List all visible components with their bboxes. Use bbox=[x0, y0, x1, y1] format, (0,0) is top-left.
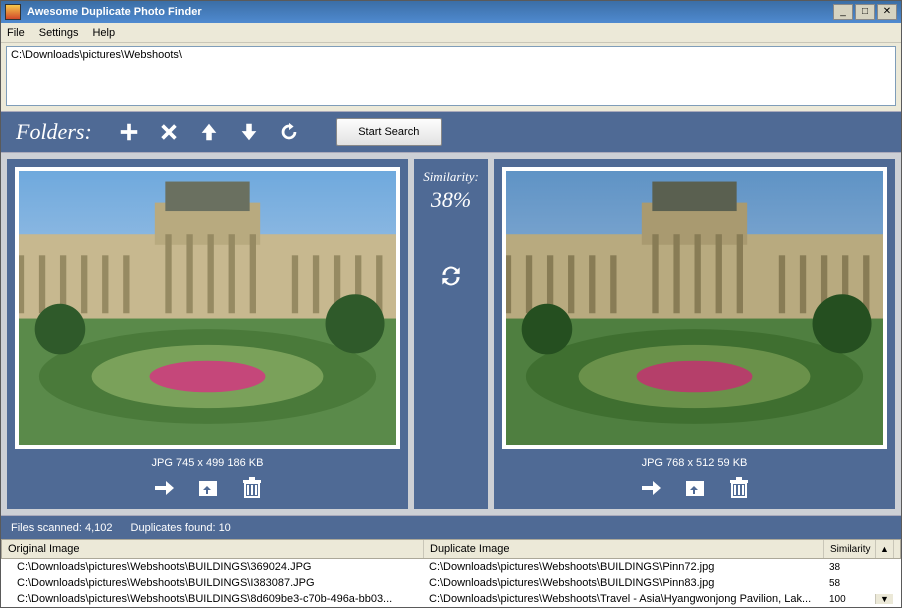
add-folder-button[interactable] bbox=[116, 119, 142, 145]
window-controls: _ □ ✕ bbox=[833, 4, 897, 20]
header-duplicate[interactable]: Duplicate Image bbox=[424, 540, 824, 558]
right-delete-button[interactable] bbox=[726, 475, 752, 501]
app-window: Awesome Duplicate Photo Finder _ □ ✕ Fil… bbox=[0, 0, 902, 608]
left-delete-button[interactable] bbox=[239, 475, 265, 501]
right-open-folder-button[interactable] bbox=[682, 475, 708, 501]
minimize-button[interactable]: _ bbox=[833, 4, 853, 20]
cell-original: C:\Downloads\pictures\Webshoots\BUILDING… bbox=[1, 593, 423, 605]
table-row[interactable]: C:\Downloads\pictures\Webshoots\BUILDING… bbox=[1, 591, 901, 607]
right-image-meta: JPG 768 x 512 59 KB bbox=[642, 457, 748, 469]
folder-path-list[interactable]: C:\Downloads\pictures\Webshoots\ bbox=[6, 46, 896, 106]
move-down-button[interactable] bbox=[236, 119, 262, 145]
comparison-area: JPG 745 x 499 186 KB Similarity: 38% bbox=[1, 153, 901, 515]
menubar: File Settings Help bbox=[1, 23, 901, 43]
header-original[interactable]: Original Image bbox=[2, 540, 424, 558]
table-row[interactable]: C:\Downloads\pictures\Webshoots\BUILDING… bbox=[1, 559, 901, 575]
refresh-button[interactable] bbox=[276, 119, 302, 145]
app-icon bbox=[5, 4, 21, 20]
cell-similarity: 100 bbox=[823, 594, 875, 605]
results-header: Original Image Duplicate Image Similarit… bbox=[1, 539, 901, 559]
cell-duplicate: C:\Downloads\pictures\Webshoots\BUILDING… bbox=[423, 577, 823, 589]
move-up-button[interactable] bbox=[196, 119, 222, 145]
swap-button[interactable] bbox=[438, 263, 464, 292]
menu-settings[interactable]: Settings bbox=[39, 27, 79, 39]
cell-similarity: 58 bbox=[823, 578, 875, 589]
folders-toolbar: Folders: Start Search bbox=[1, 111, 901, 153]
titlebar: Awesome Duplicate Photo Finder _ □ ✕ bbox=[1, 1, 901, 23]
similarity-panel: Similarity: 38% bbox=[414, 159, 488, 509]
left-image-panel: JPG 745 x 499 186 KB bbox=[7, 159, 408, 509]
cell-original: C:\Downloads\pictures\Webshoots\BUILDING… bbox=[1, 577, 423, 589]
left-actions bbox=[151, 475, 265, 501]
menu-file[interactable]: File bbox=[7, 27, 25, 39]
scroll-up-icon[interactable]: ▲ bbox=[876, 540, 894, 558]
folders-label: Folders: bbox=[16, 119, 92, 145]
cell-duplicate: C:\Downloads\pictures\Webshoots\Travel -… bbox=[423, 593, 823, 605]
start-search-button[interactable]: Start Search bbox=[336, 118, 442, 146]
left-image bbox=[15, 167, 400, 449]
right-next-button[interactable] bbox=[638, 475, 664, 501]
remove-folder-button[interactable] bbox=[156, 119, 182, 145]
left-open-folder-button[interactable] bbox=[195, 475, 221, 501]
menu-help[interactable]: Help bbox=[92, 27, 115, 39]
cell-duplicate: C:\Downloads\pictures\Webshoots\BUILDING… bbox=[423, 561, 823, 573]
status-bar: Files scanned: 4,102 Duplicates found: 1… bbox=[1, 515, 901, 539]
duplicates-found: Duplicates found: 10 bbox=[131, 522, 231, 534]
similarity-value: 38% bbox=[431, 187, 471, 213]
table-row[interactable]: C:\Downloads\pictures\Webshoots\BUILDING… bbox=[1, 575, 901, 591]
scroll-down-icon[interactable]: ▼ bbox=[875, 594, 893, 604]
cell-similarity: 38 bbox=[823, 562, 875, 573]
cell-original: C:\Downloads\pictures\Webshoots\BUILDING… bbox=[1, 561, 423, 573]
folder-path: C:\Downloads\pictures\Webshoots\ bbox=[11, 49, 891, 61]
header-similarity[interactable]: Similarity bbox=[824, 540, 876, 558]
left-image-meta: JPG 745 x 499 186 KB bbox=[152, 457, 264, 469]
right-image-panel: JPG 768 x 512 59 KB bbox=[494, 159, 895, 509]
files-scanned: Files scanned: 4,102 bbox=[11, 522, 113, 534]
left-next-button[interactable] bbox=[151, 475, 177, 501]
results-body: C:\Downloads\pictures\Webshoots\BUILDING… bbox=[1, 559, 901, 607]
right-image bbox=[502, 167, 887, 449]
maximize-button[interactable]: □ bbox=[855, 4, 875, 20]
window-title: Awesome Duplicate Photo Finder bbox=[27, 6, 833, 18]
similarity-label: Similarity: bbox=[423, 169, 479, 185]
right-actions bbox=[638, 475, 752, 501]
close-button[interactable]: ✕ bbox=[877, 4, 897, 20]
